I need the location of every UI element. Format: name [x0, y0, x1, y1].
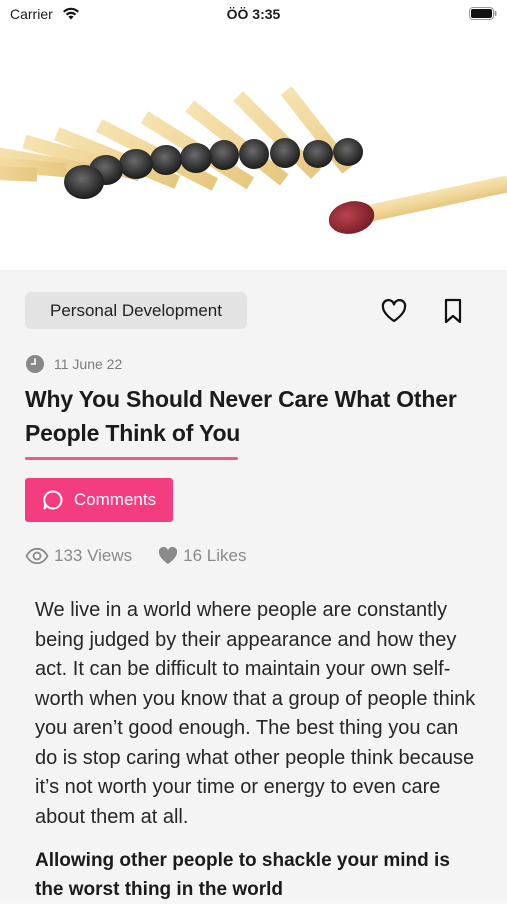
- comments-label: Comments: [73, 490, 157, 509]
- likes-stat: 16 Likes: [158, 546, 246, 566]
- stats-row: 133 Views 16 Likes: [25, 544, 272, 568]
- eye-icon: [25, 547, 49, 565]
- category-chip[interactable]: Personal Development: [25, 292, 247, 329]
- status-time: ÖÖ 3:35: [226, 6, 281, 22]
- title-underline: [25, 457, 238, 460]
- likes-count: 16 Likes: [183, 546, 247, 565]
- article-body: We live in a world where people are cons…: [35, 599, 476, 828]
- views-stat: 133 Views: [25, 546, 132, 566]
- status-bar: Carrier ÖÖ 3:35: [0, 0, 507, 28]
- article-content: Personal Development 11 June 22 Why You …: [0, 270, 507, 900]
- comments-button[interactable]: Comments: [25, 478, 173, 522]
- article-subheading: Allowing other people to shackle your mi…: [35, 850, 450, 900]
- comment-bubble-icon: [43, 490, 63, 510]
- burnt-matches-image: [0, 86, 507, 234]
- battery-icon: [469, 7, 497, 20]
- views-count: 133 Views: [54, 546, 133, 565]
- clock-icon: [26, 355, 44, 373]
- heart-filled-icon: [159, 547, 178, 564]
- heart-icon[interactable]: [380, 297, 408, 325]
- article-date: 11 June 22: [54, 356, 123, 372]
- hero-image: [0, 28, 507, 270]
- date-row: 11 June 22: [26, 354, 122, 374]
- article-title: Why You Should Never Care What Other Peo…: [25, 386, 457, 446]
- bookmark-icon[interactable]: [440, 297, 466, 325]
